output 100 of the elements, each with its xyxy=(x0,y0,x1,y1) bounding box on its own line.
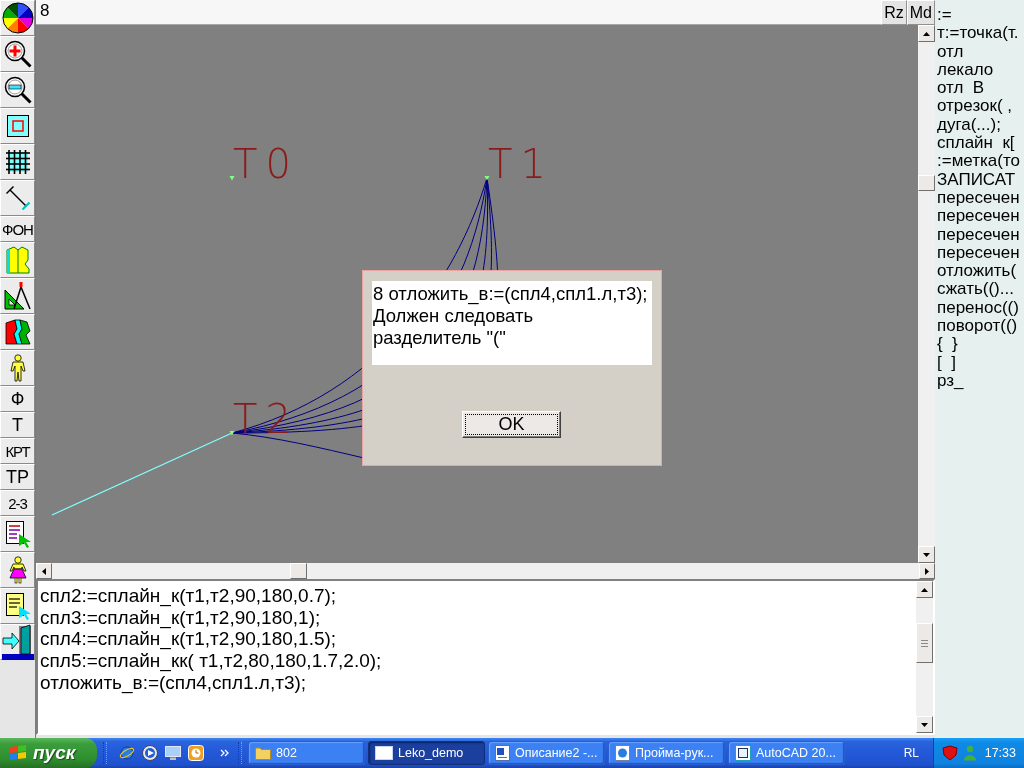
command-item[interactable]: { } xyxy=(937,335,958,354)
tool-button[interactable] xyxy=(0,516,35,552)
globe-icon[interactable] xyxy=(119,745,135,761)
tool-button[interactable] xyxy=(0,588,35,624)
command-item[interactable]: пересечен xyxy=(937,207,1020,226)
scroll-down-button[interactable] xyxy=(918,546,935,563)
command-item[interactable]: рз_ xyxy=(937,371,964,391)
down-arrow-icon xyxy=(921,722,928,727)
point-marker-icon xyxy=(484,176,490,181)
layered-shapes-icon xyxy=(4,319,31,345)
tool-button[interactable] xyxy=(0,72,35,108)
pattern-piece-icon xyxy=(5,246,30,274)
point-marker-icon xyxy=(229,176,235,181)
code-editor[interactable]: спл2:=сплайн_к(т1,т2,90,180,0.7); спл3:=сплайн_к(т1,т2,90,180,1); спл4:=сплайн_к(т1,т2,90,180,1.5); спл5:=сплайн_кк( т1,т2,80,180,1.7,2.0); отложить_в:=(спл4,спл1.л,т3); xyxy=(36,579,935,735)
taskbar-window-button[interactable]: 802 xyxy=(248,741,365,765)
code-line: спл2:=сплайн_к(т1,т2,90,180,0.7); xyxy=(40,585,337,607)
taskbar-window-button[interactable]: AutoCAD 20... xyxy=(728,741,845,765)
tool-button[interactable]: ТР xyxy=(0,464,35,490)
scrollbar-thumb[interactable] xyxy=(290,563,307,579)
document-icon xyxy=(495,745,510,761)
language-indicator[interactable]: RL xyxy=(903,746,919,760)
tool-button[interactable] xyxy=(0,314,35,350)
taskbar-window-button[interactable]: Пройма-рук... xyxy=(608,741,725,765)
monitor-icon[interactable] xyxy=(165,745,181,761)
right-arrow-icon xyxy=(925,567,929,575)
command-item[interactable]: дуга(...); xyxy=(937,115,1001,135)
up-arrow-icon xyxy=(921,587,928,592)
note-cursor-icon xyxy=(4,592,31,620)
start-button[interactable]: пуск xyxy=(0,738,97,768)
scroll-down-button[interactable] xyxy=(916,716,933,733)
scroll-right-button[interactable] xyxy=(919,563,935,579)
command-item[interactable]: сжать(()... xyxy=(937,280,1014,299)
play-icon[interactable] xyxy=(142,745,158,761)
scroll-up-button[interactable] xyxy=(918,25,935,42)
point-label: Т0 xyxy=(233,141,299,187)
code-line: спл5:=сплайн_кк( т1,т2,80,180,1.7,2.0); xyxy=(40,650,382,672)
command-item[interactable]: ЗАПИСАТ xyxy=(937,170,1016,189)
command-item[interactable]: перенос(() xyxy=(937,298,1019,318)
tool-button[interactable] xyxy=(0,624,35,660)
tool-button[interactable] xyxy=(0,36,35,72)
tool-button[interactable] xyxy=(0,552,35,588)
message-text: 8 отложить_в:=(спл4,спл1.л,т3); xyxy=(373,283,648,305)
mode-button[interactable]: Md xyxy=(906,0,935,25)
ok-button[interactable]: OK xyxy=(462,411,561,438)
tool-button[interactable] xyxy=(0,278,35,314)
scrollbar-thumb[interactable] xyxy=(918,175,935,191)
clock-icon[interactable] xyxy=(188,745,204,761)
scrollbar-thumb[interactable] xyxy=(916,623,933,663)
command-item[interactable]: [ ] xyxy=(937,353,956,372)
zoom-out-icon xyxy=(3,76,32,104)
color-wheel-icon xyxy=(1,2,34,34)
point-label: Т1 xyxy=(488,141,554,187)
code-line: спл4:=сплайн_к(т1,т2,90,180,1.5); xyxy=(40,628,337,651)
message-text: разделитель "(" xyxy=(373,327,506,349)
square-icon xyxy=(6,115,29,137)
command-item[interactable]: лекало xyxy=(937,60,994,80)
scroll-left-button[interactable] xyxy=(36,563,52,579)
command-item[interactable]: отл xyxy=(937,42,964,61)
command-item[interactable]: := xyxy=(937,6,952,25)
tool-button[interactable] xyxy=(0,350,35,386)
compass-ruler-icon xyxy=(3,282,32,310)
code-line: отложить_в:=(спл4,спл1.л,т3); xyxy=(40,671,307,694)
command-item[interactable]: пересечен xyxy=(937,225,1020,244)
document-cursor-icon xyxy=(4,520,31,548)
human-figure-icon xyxy=(7,354,28,382)
message-text: Должен следовать xyxy=(373,305,534,327)
scroll-up-button[interactable] xyxy=(916,581,933,598)
flag-icon xyxy=(9,745,27,761)
shield-icon[interactable] xyxy=(942,745,958,761)
command-item[interactable]: пересечен xyxy=(937,188,1020,208)
command-item[interactable]: пересечен xyxy=(937,243,1020,263)
command-item[interactable]: т:=точка(т. xyxy=(937,24,1019,43)
clock-text: 17:33 xyxy=(984,746,1016,760)
tool-button[interactable] xyxy=(0,144,35,180)
up-arrow-icon xyxy=(923,31,930,36)
command-item[interactable]: поворот(() xyxy=(937,317,1018,336)
taskbar-window-button[interactable]: Leko_demo xyxy=(368,741,485,765)
tool-button[interactable]: ФОН xyxy=(0,216,35,242)
folder-icon xyxy=(255,746,271,760)
command-item[interactable]: сплайн к[ xyxy=(937,134,1015,153)
tool-button[interactable]: Т xyxy=(0,412,35,438)
tool-button[interactable]: КРТ xyxy=(0,438,35,464)
line-number-field: 8 xyxy=(36,0,882,25)
command-item[interactable]: отл В xyxy=(937,79,985,98)
app-icon xyxy=(735,745,751,761)
zoom-in-icon xyxy=(3,40,32,68)
tool-button[interactable] xyxy=(0,0,35,36)
command-item[interactable]: отложить( xyxy=(937,262,1017,281)
tool-button[interactable]: Ф xyxy=(0,386,35,412)
double-chevron-icon[interactable] xyxy=(220,749,230,757)
tool-button[interactable] xyxy=(0,108,35,144)
mode-button[interactable]: Rz xyxy=(881,0,907,25)
window-icon xyxy=(375,746,393,760)
dimension-line-icon xyxy=(5,186,30,210)
taskbar-window-button[interactable]: Описание2 -... xyxy=(488,741,605,765)
command-item[interactable]: :=метка(то xyxy=(937,152,1020,171)
command-item[interactable]: отрезок( , xyxy=(937,97,1012,116)
tool-button[interactable]: 2-3 xyxy=(0,490,35,516)
grid-icon xyxy=(5,150,30,174)
dress-figure-icon xyxy=(7,556,28,584)
